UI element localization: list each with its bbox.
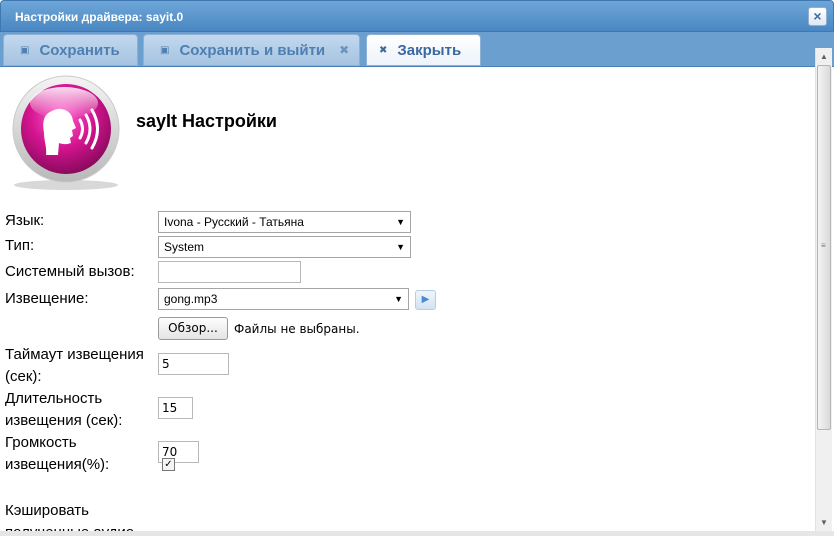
notification-select-value: gong.mp3	[164, 292, 218, 306]
cache-label: Кэшировать полученные аудио	[5, 500, 134, 531]
window-titlebar: Настройки драйвера: sayit.0 ×	[0, 0, 834, 32]
scroll-up-icon[interactable]: ▲	[816, 48, 832, 65]
system-call-input[interactable]	[158, 261, 301, 283]
toolbar: ▣ Сохранить ▣ Сохранить и выйти ✖ ✖ Закр…	[0, 32, 834, 67]
close-button[interactable]: ✖ Закрыть	[366, 34, 481, 66]
notification-volume-label-line2: извещения(%):	[5, 456, 110, 473]
speaking-head-icon	[12, 75, 120, 190]
notification-duration-label-line1: Длительность	[5, 390, 103, 407]
notification-timeout-label-line2: (сек):	[5, 368, 42, 385]
horizontal-scrollbar[interactable]	[0, 531, 834, 536]
close-button-label: Закрыть	[397, 41, 462, 59]
notification-select[interactable]: gong.mp3 ▼	[158, 288, 409, 310]
cache-label-line2: полученные аудио	[5, 522, 134, 531]
chevron-down-icon: ▼	[394, 294, 403, 304]
page-title: sayIt Настройки	[136, 111, 277, 131]
play-icon: ▶	[421, 294, 430, 305]
notification-duration-label: Длительность извещения (сек):	[5, 388, 122, 432]
notification-timeout-label: Таймаут извещения (сек):	[5, 344, 144, 388]
chevron-down-icon: ▼	[396, 217, 405, 227]
scroll-down-icon[interactable]: ▼	[816, 514, 832, 531]
close-icon: ×	[813, 8, 822, 24]
system-call-label: Системный вызов:	[5, 263, 135, 280]
notification-label: Извещение:	[5, 290, 89, 307]
floppy-icon: ▣	[160, 44, 170, 56]
browse-file-button[interactable]: Обзор...	[158, 317, 228, 340]
settings-panel: sayIt Настройки Язык: Ivona - Русский - …	[0, 67, 815, 531]
play-sound-button[interactable]: ▶	[415, 290, 436, 310]
notification-timeout-label-line1: Таймаут извещения	[5, 346, 144, 363]
save-and-exit-button-label: Сохранить и выйти	[179, 41, 326, 59]
file-status-text: Файлы не выбраны.	[234, 322, 360, 336]
floppy-icon: ▣	[20, 44, 30, 56]
cache-label-line1: Кэшировать	[5, 502, 89, 519]
cache-checkbox[interactable]: ✓	[162, 458, 175, 471]
notification-timeout-input[interactable]: 5	[158, 353, 229, 375]
language-select[interactable]: Ivona - Русский - Татьяна ▼	[158, 211, 411, 233]
grip-icon: ≡	[821, 241, 826, 250]
type-select[interactable]: System ▼	[158, 236, 411, 258]
vertical-scrollbar[interactable]: ▲ ≡ ▼	[815, 48, 832, 531]
save-and-exit-button[interactable]: ▣ Сохранить и выйти ✖	[143, 34, 360, 66]
x-icon: ✖	[379, 44, 388, 56]
checkmark-icon: ✓	[164, 459, 173, 470]
language-select-value: Ivona - Русский - Татьяна	[164, 215, 304, 229]
type-label: Тип:	[5, 237, 35, 254]
notification-volume-label-line1: Громкость	[5, 434, 77, 451]
language-label: Язык:	[5, 212, 45, 229]
notification-volume-label: Громкость извещения(%):	[5, 432, 109, 476]
type-select-value: System	[164, 240, 205, 254]
save-button-label: Сохранить	[39, 41, 120, 59]
window-title: Настройки драйвера: sayit.0	[15, 10, 184, 24]
save-button[interactable]: ▣ Сохранить	[3, 34, 138, 66]
close-window-button[interactable]: ×	[808, 7, 827, 26]
notification-duration-label-line2: извещения (сек):	[5, 412, 123, 429]
scrollbar-thumb[interactable]: ≡	[817, 65, 831, 430]
notification-duration-input[interactable]: 15	[158, 397, 193, 419]
chevron-down-icon: ▼	[396, 242, 405, 252]
x-icon: ✖	[339, 43, 350, 57]
